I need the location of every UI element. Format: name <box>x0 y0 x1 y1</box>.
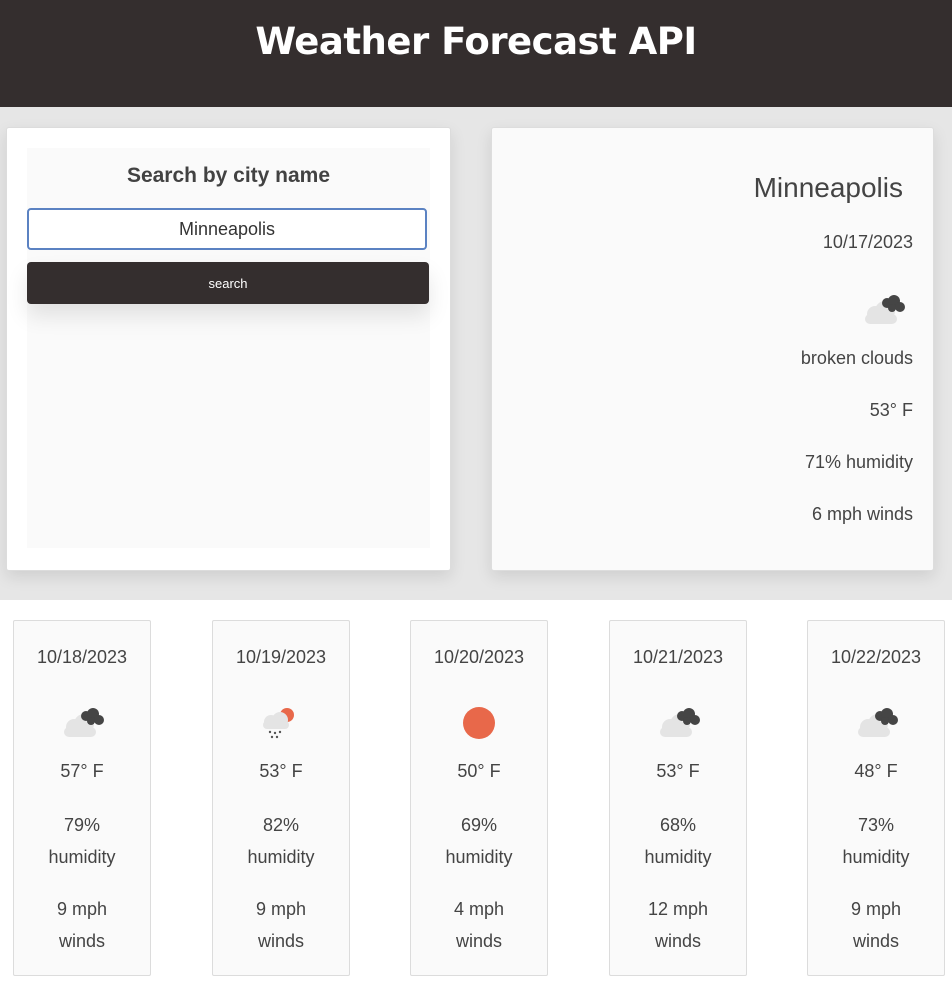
forecast-temperature: 57° F <box>60 761 104 781</box>
wind-label: winds <box>455 931 503 951</box>
broken-clouds-icon <box>64 708 104 737</box>
broken-clouds-icon <box>865 295 905 324</box>
search-button[interactable]: search <box>27 262 429 304</box>
wind-label: winds <box>257 931 305 951</box>
forecast-wind: 12 mph winds <box>610 893 746 957</box>
forecast-date: 10/22/2023 <box>830 647 922 667</box>
wind-value: 9 mph <box>56 899 108 919</box>
forecast-day-card: 10/18/2023 57° F 79% humidity 9 mph wind… <box>13 620 151 976</box>
forecast-humidity: 79% humidity <box>14 809 150 873</box>
wind-value: 4 mph <box>453 899 505 919</box>
humidity-label: humidity <box>445 847 513 867</box>
current-date: 10/17/2023 <box>822 232 913 252</box>
forecast-wind: 9 mph winds <box>213 893 349 957</box>
humidity-value: 69% <box>460 815 498 835</box>
current-humidity: 71% humidity <box>804 452 913 472</box>
forecast-day-card: 10/21/2023 53° F 68% humidity 12 mph win… <box>609 620 747 976</box>
forecast-date: 10/20/2023 <box>433 647 525 667</box>
humidity-label: humidity <box>644 847 712 867</box>
wind-value: 12 mph <box>647 899 709 919</box>
current-temperature: 53° F <box>869 400 913 420</box>
humidity-label: humidity <box>842 847 910 867</box>
forecast-wind: 9 mph winds <box>808 893 944 957</box>
current-city-name: Minneapolis <box>753 172 903 203</box>
forecast-day-card: 10/22/2023 48° F 73% humidity 9 mph wind… <box>807 620 945 976</box>
forecast-date: 10/18/2023 <box>36 647 128 667</box>
forecast-temperature: 50° F <box>457 761 501 781</box>
sun-icon <box>463 707 495 739</box>
forecast-humidity: 69% humidity <box>411 809 547 873</box>
forecast-day-card: 10/20/2023 50° F 69% humidity 4 mph wind… <box>410 620 548 976</box>
forecast-humidity: 82% humidity <box>213 809 349 873</box>
humidity-value: 68% <box>659 815 697 835</box>
wind-label: winds <box>654 931 702 951</box>
wind-label: winds <box>58 931 106 951</box>
search-panel: Search by city name search <box>6 127 451 571</box>
forecast-wind: 4 mph winds <box>411 893 547 957</box>
forecast-wind: 9 mph winds <box>14 893 150 957</box>
broken-clouds-icon <box>660 708 700 737</box>
broken-clouds-icon <box>858 708 898 737</box>
current-weather-card: Minneapolis 10/17/2023 broken clouds 53°… <box>491 127 934 571</box>
current-description: broken clouds <box>800 348 913 368</box>
forecast-humidity: 73% humidity <box>808 809 944 873</box>
forecast-day-card: 10/19/2023 53° F 82% humidity 9 mph wind… <box>212 620 350 976</box>
humidity-value: 82% <box>262 815 300 835</box>
humidity-value: 73% <box>857 815 895 835</box>
wind-value: 9 mph <box>850 899 902 919</box>
rain-sun-icon <box>263 708 294 739</box>
page-title: Weather Forecast API <box>255 20 697 63</box>
city-search-input[interactable] <box>27 208 427 250</box>
current-wind: 6 mph winds <box>811 504 913 524</box>
forecast-date: 10/21/2023 <box>632 647 724 667</box>
humidity-label: humidity <box>247 847 315 867</box>
wind-value: 9 mph <box>255 899 307 919</box>
wind-label: winds <box>852 931 900 951</box>
humidity-label: humidity <box>48 847 116 867</box>
forecast-date: 10/19/2023 <box>235 647 327 667</box>
app-header: Weather Forecast API <box>0 0 952 107</box>
forecast-humidity: 68% humidity <box>610 809 746 873</box>
search-title: Search by city name <box>126 164 331 187</box>
forecast-temperature: 53° F <box>259 761 303 781</box>
humidity-value: 79% <box>63 815 101 835</box>
forecast-temperature: 53° F <box>656 761 700 781</box>
forecast-temperature: 48° F <box>854 761 898 781</box>
